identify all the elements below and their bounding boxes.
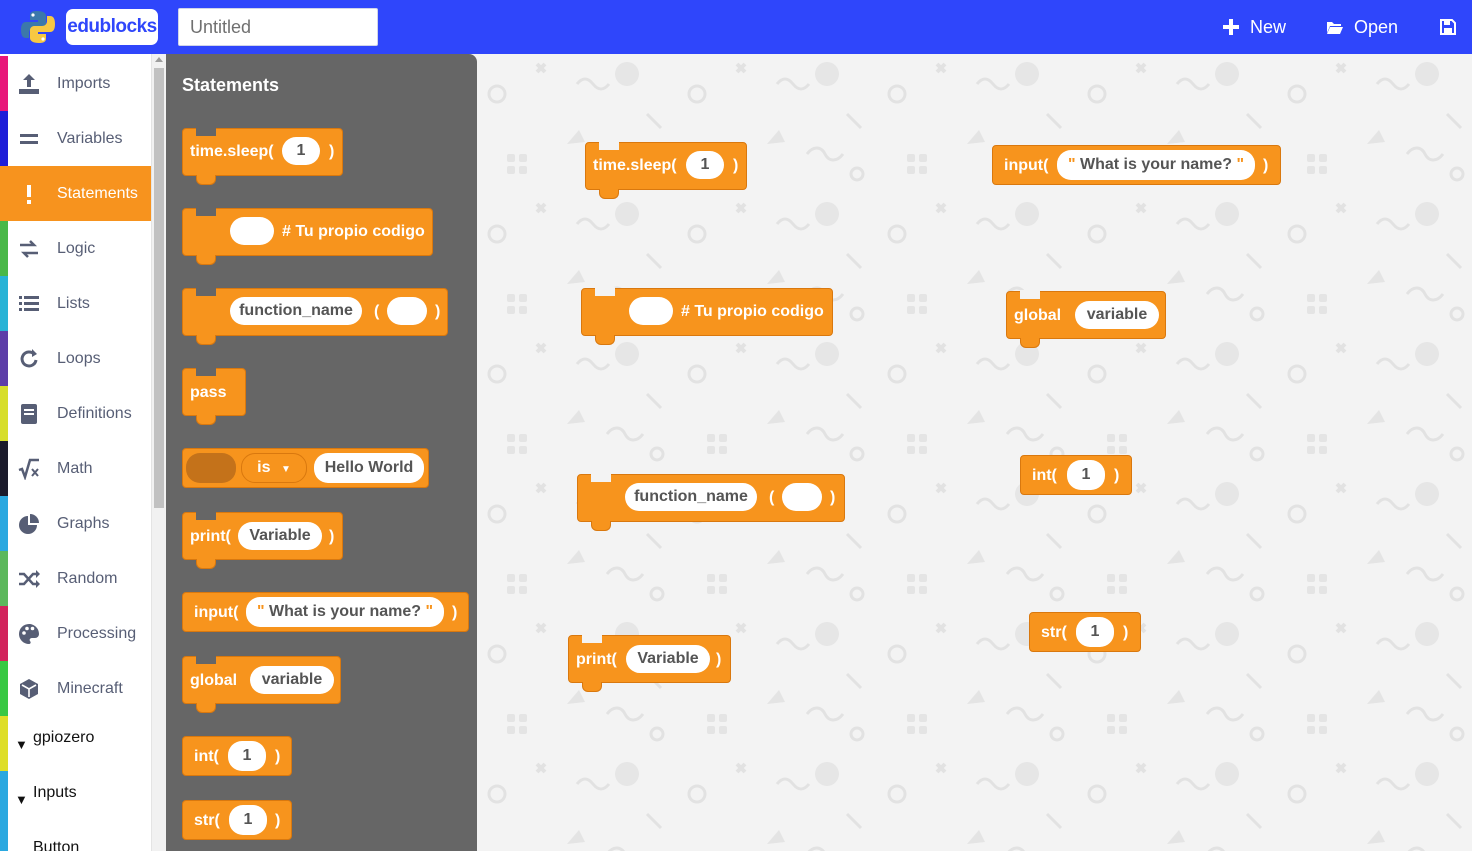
sleep-seconds-input[interactable]: 1 bbox=[686, 151, 724, 179]
sidebar-scrollbar[interactable] bbox=[151, 54, 166, 851]
flyout-title: Statements bbox=[182, 75, 280, 95]
scroll-up-arrow-icon[interactable] bbox=[155, 57, 163, 62]
pie-chart-icon bbox=[19, 514, 39, 534]
input-prompt-field[interactable]: " What is your name? " bbox=[1057, 150, 1255, 180]
sidebar-item-lists[interactable]: Lists bbox=[0, 276, 151, 331]
collapse-triangle-icon: ▼ bbox=[15, 737, 28, 752]
open-button-label: Open bbox=[1354, 17, 1399, 37]
sidebar-item-variables[interactable]: Variables bbox=[0, 111, 151, 166]
function-args-input[interactable] bbox=[387, 297, 427, 325]
folder-open-icon bbox=[1327, 22, 1343, 34]
save-button[interactable] bbox=[1439, 14, 1457, 40]
function-name-input[interactable]: function_name bbox=[230, 297, 362, 325]
global-var-input[interactable]: variable bbox=[1075, 301, 1159, 329]
print-arg-input[interactable]: Variable bbox=[238, 522, 322, 550]
print-arg-input[interactable]: Variable bbox=[626, 645, 710, 673]
sidebar-item-imports[interactable]: Imports bbox=[0, 56, 151, 111]
sidebar-group-gpiozero[interactable]: ▼ gpiozero bbox=[0, 716, 151, 771]
square-root-icon bbox=[18, 458, 39, 480]
sidebar-group-inputs[interactable]: ▼ Inputs bbox=[0, 771, 151, 826]
save-icon bbox=[1440, 19, 1456, 35]
own-code-input[interactable] bbox=[629, 297, 673, 325]
swap-icon bbox=[20, 240, 38, 258]
str-arg-input[interactable]: 1 bbox=[229, 805, 267, 835]
is-left-slot[interactable] bbox=[186, 453, 236, 483]
equals-icon bbox=[20, 134, 38, 144]
sidebar-item-graphs[interactable]: Graphs bbox=[0, 496, 151, 551]
sidebar-item-loops[interactable]: Loops bbox=[0, 331, 151, 386]
sidebar-item-processing[interactable]: Processing bbox=[0, 606, 151, 661]
edublocks-logo: edublocks bbox=[66, 9, 158, 45]
book-icon bbox=[21, 404, 37, 424]
redo-icon bbox=[20, 349, 38, 368]
block-workspace[interactable]: time.sleep( 1 ) # Tu propio codigo funct… bbox=[477, 54, 1472, 851]
list-icon bbox=[19, 296, 39, 311]
int-arg-input[interactable]: 1 bbox=[228, 741, 266, 771]
function-args-input[interactable] bbox=[782, 483, 822, 511]
plus-icon bbox=[1223, 19, 1239, 35]
sidebar-item-button[interactable]: Button bbox=[0, 826, 151, 851]
open-button[interactable]: Open bbox=[1326, 14, 1398, 40]
collapse-triangle-icon: ▼ bbox=[15, 792, 28, 807]
int-arg-input[interactable]: 1 bbox=[1067, 460, 1105, 490]
block-flyout: Statements time.sleep( 1 ) # Tu propio c… bbox=[166, 54, 477, 851]
sleep-seconds-input[interactable]: 1 bbox=[282, 137, 320, 165]
new-button[interactable]: New bbox=[1222, 14, 1286, 40]
scrollbar-thumb[interactable] bbox=[154, 68, 164, 508]
sidebar-item-statements[interactable]: Statements bbox=[0, 166, 151, 221]
str-arg-input[interactable]: 1 bbox=[1076, 617, 1114, 647]
function-name-input[interactable]: function_name bbox=[625, 483, 757, 511]
is-operator-dropdown[interactable]: is ▼ bbox=[241, 453, 307, 483]
upload-icon bbox=[19, 74, 39, 94]
sidebar-item-definitions[interactable]: Definitions bbox=[0, 386, 151, 441]
dropdown-arrow-icon: ▼ bbox=[280, 464, 291, 475]
exclamation-icon bbox=[27, 185, 31, 204]
input-prompt-field[interactable]: " What is your name? " bbox=[246, 597, 444, 627]
sidebar-item-random[interactable]: Random bbox=[0, 551, 151, 606]
sidebar-item-logic[interactable]: Logic bbox=[0, 221, 151, 276]
shuffle-icon bbox=[19, 570, 40, 588]
is-right-value[interactable]: Hello World bbox=[314, 453, 424, 483]
cube-icon bbox=[20, 679, 38, 699]
project-title-input[interactable] bbox=[178, 8, 378, 46]
global-var-input[interactable]: variable bbox=[250, 666, 334, 694]
python-logo-icon bbox=[21, 11, 55, 43]
sidebar-item-minecraft[interactable]: Minecraft bbox=[0, 661, 151, 716]
palette-icon bbox=[19, 624, 39, 644]
sidebar-item-math[interactable]: Math bbox=[0, 441, 151, 496]
new-button-label: New bbox=[1250, 17, 1287, 37]
top-bar: edublocks New Open bbox=[0, 0, 1472, 54]
category-sidebar: Imports Variables Statements Logic Lists… bbox=[0, 54, 151, 851]
own-code-input[interactable] bbox=[230, 217, 274, 245]
